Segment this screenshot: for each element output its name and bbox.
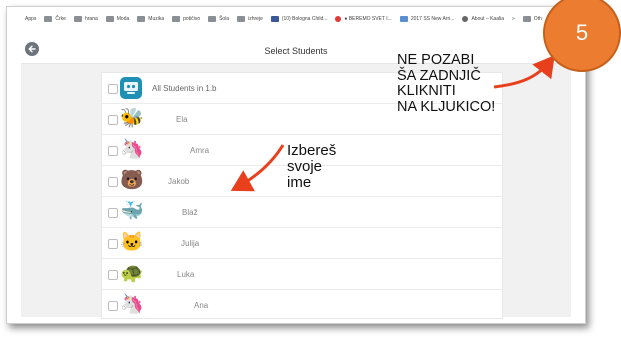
arrow-to-student-list — [230, 144, 285, 192]
annotation-arrows — [230, 55, 555, 192]
arrow-to-checkmark — [493, 55, 555, 89]
